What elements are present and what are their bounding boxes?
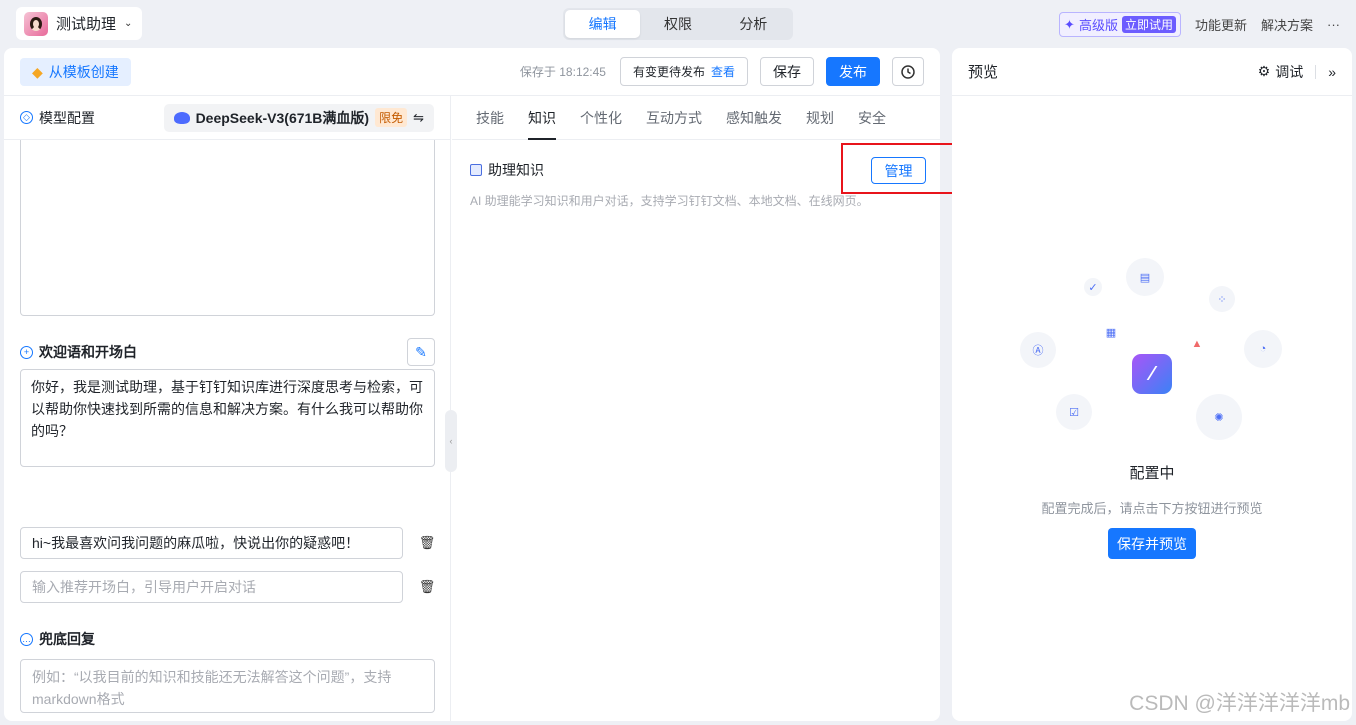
fallback-title: … 兜底回复 bbox=[20, 629, 95, 649]
doc-icon: ▤ bbox=[1126, 258, 1164, 296]
history-icon[interactable] bbox=[892, 57, 924, 86]
ai-generate-icon[interactable]: ✎ bbox=[407, 338, 435, 366]
preview-status: 配置中 bbox=[1129, 465, 1175, 482]
debug-label: 调试 bbox=[1275, 63, 1304, 80]
prompt-textarea[interactable] bbox=[20, 140, 435, 316]
model-config-label: 模型配置 bbox=[39, 109, 95, 126]
tab-triggers[interactable]: 感知触发 bbox=[714, 96, 794, 140]
editor-card: ◆ 从模板创建 保存于 18:12:45 有变更待发布 查看 保存 发布 ◇ 模… bbox=[4, 48, 955, 721]
magic-wand-icon: ⁄ bbox=[1132, 354, 1172, 394]
model-selector[interactable]: DeepSeek-V3(671B满血版) 限免 ⇋ bbox=[163, 103, 434, 132]
view-changes-link[interactable]: 查看 bbox=[711, 63, 735, 80]
mode-switch: 编辑 权限 分析 bbox=[563, 8, 793, 40]
manage-knowledge-button[interactable]: 管理 bbox=[871, 157, 926, 184]
editor-toolbar: ◆ 从模板创建 保存于 18:12:45 有变更待发布 查看 保存 发布 bbox=[4, 48, 940, 96]
trash-icon[interactable]: 🗑 bbox=[419, 579, 436, 594]
tab-permissions[interactable]: 权限 bbox=[640, 10, 715, 38]
free-badge: 限免 bbox=[375, 108, 408, 127]
knowledge-header: 助理知识 bbox=[470, 160, 544, 180]
apps-icon: ⁘ bbox=[1209, 286, 1235, 312]
chat-bubble-icon: … bbox=[20, 632, 33, 646]
plus-circle-icon: + bbox=[20, 345, 33, 359]
atom-icon: ✺ bbox=[1196, 394, 1242, 440]
welcome-message-textarea[interactable]: 你好，我是测试助理，基于钉钉知识库进行深度思考与检索，可以帮助你快速找到所需的信… bbox=[20, 369, 435, 467]
sliders-icon: ⚙ bbox=[1257, 63, 1271, 79]
tab-analytics[interactable]: 分析 bbox=[716, 10, 791, 38]
tab-security[interactable]: 安全 bbox=[846, 96, 898, 140]
template-label: 从模板创建 bbox=[48, 64, 119, 80]
preview-header: 预览 ⚙ 调试 » bbox=[952, 48, 1352, 96]
saved-timestamp: 保存于 18:12:45 bbox=[519, 65, 606, 79]
template-icon: ◆ bbox=[32, 63, 43, 80]
config-tabs-panel: 技能 知识 个性化 互动方式 感知触发 规划 安全 助理知识 管理 AI 助理能… bbox=[452, 96, 955, 721]
save-and-preview-button[interactable]: 保存并预览 bbox=[1108, 528, 1196, 559]
switch-icon: ⇋ bbox=[413, 109, 424, 125]
opener-input-1[interactable]: hi~我最喜欢问我问题的麻瓜啦，快说出你的疑惑吧！ bbox=[20, 527, 403, 559]
hexagon-icon: ◇ bbox=[20, 111, 33, 124]
chevron-down-icon: ⌄ bbox=[124, 18, 133, 29]
book-icon bbox=[470, 164, 482, 176]
toolbar-actions: 保存于 18:12:45 有变更待发布 查看 保存 发布 bbox=[520, 57, 924, 86]
tab-knowledge[interactable]: 知识 bbox=[516, 96, 568, 140]
left-config-column: ◇ 模型配置 DeepSeek-V3(671B满血版) 限免 ⇋ + 欢迎语和开… bbox=[4, 96, 451, 721]
opener-input-2[interactable]: 输入推荐开场白，引导用户开启对话 bbox=[20, 571, 403, 603]
fallback-label: 兜底回复 bbox=[39, 631, 95, 647]
pro-upgrade-button[interactable]: ✦ 高级版 立即试用 bbox=[1059, 12, 1181, 37]
deepseek-logo-icon bbox=[173, 111, 190, 124]
debug-button[interactable]: ⚙ 调试 bbox=[1258, 62, 1304, 82]
sparkle-icon: ✦ bbox=[1064, 16, 1075, 32]
feature-updates-link[interactable]: 功能更新 bbox=[1195, 15, 1247, 34]
welcome-section-header: + 欢迎语和开场白 ✎ bbox=[20, 338, 435, 366]
trash-icon[interactable]: 🗑 bbox=[419, 535, 436, 550]
model-name: DeepSeek-V3(671B满血版) bbox=[195, 109, 370, 126]
publish-button[interactable]: 发布 bbox=[826, 57, 880, 86]
more-icon[interactable]: ··· bbox=[1327, 17, 1340, 32]
config-tabs: 技能 知识 个性化 互动方式 感知触发 规划 安全 bbox=[452, 96, 940, 140]
font-icon: Ⓐ bbox=[1020, 332, 1056, 368]
create-from-template-button[interactable]: ◆ 从模板创建 bbox=[20, 58, 131, 86]
knowledge-description: AI 助理能学习知识和用户对话，支持学习钉钉文档、本地文档、在线网页。 bbox=[470, 194, 869, 208]
top-bar: 测试助理 ⌄ 编辑 权限 分析 ✦ 高级版 立即试用 功能更新 解决方案 ··· bbox=[0, 0, 1356, 48]
knowledge-title: 助理知识 bbox=[488, 162, 544, 178]
chart-icon: ◔ bbox=[1244, 330, 1282, 368]
tab-planning[interactable]: 规划 bbox=[794, 96, 846, 140]
model-config-title: ◇ 模型配置 bbox=[20, 108, 95, 128]
calendar-icon: ☑ bbox=[1056, 394, 1092, 430]
preview-tools: ⚙ 调试 » bbox=[1258, 62, 1336, 82]
watermark: CSDN @洋洋洋洋洋mb bbox=[1129, 692, 1350, 715]
pending-changes-button[interactable]: 有变更待发布 查看 bbox=[619, 57, 748, 86]
top-right-actions: ✦ 高级版 立即试用 功能更新 解决方案 ··· bbox=[1059, 12, 1340, 37]
solutions-link[interactable]: 解决方案 bbox=[1261, 15, 1313, 34]
tab-skills[interactable]: 技能 bbox=[464, 96, 516, 140]
tab-interaction[interactable]: 互动方式 bbox=[634, 96, 714, 140]
welcome-title: + 欢迎语和开场白 bbox=[20, 342, 137, 362]
app-title: 测试助理 bbox=[56, 16, 117, 33]
model-config-row: ◇ 模型配置 DeepSeek-V3(671B满血版) 限免 ⇋ bbox=[4, 96, 450, 140]
preview-description: 配置完成后，请点击下方按钮进行预览 bbox=[1041, 501, 1263, 516]
check-icon: ✓ bbox=[1084, 278, 1102, 296]
tab-personalization[interactable]: 个性化 bbox=[568, 96, 634, 140]
divider bbox=[1315, 64, 1317, 79]
welcome-label: 欢迎语和开场白 bbox=[39, 344, 137, 360]
collapse-right-icon[interactable]: » bbox=[1328, 64, 1336, 80]
app-switcher[interactable]: 测试助理 ⌄ bbox=[16, 7, 143, 40]
preview-title: 预览 bbox=[968, 64, 999, 81]
assistant-avatar bbox=[24, 11, 48, 36]
trial-badge: 立即试用 bbox=[1121, 16, 1176, 33]
file-icon: ▦ bbox=[1105, 326, 1117, 339]
preview-panel: 预览 ⚙ 调试 » ▤ ✓ ⁘ ▦ ▲ Ⓐ ◔ ⁄ ☑ ✺ 配置中 配置完成后，… bbox=[952, 48, 1352, 721]
tab-edit[interactable]: 编辑 bbox=[565, 10, 641, 38]
pro-label: 高级版 bbox=[1078, 18, 1118, 33]
save-button[interactable]: 保存 bbox=[760, 57, 814, 86]
pending-text: 有变更待发布 bbox=[632, 65, 705, 79]
pdf-icon: ▲ bbox=[1191, 338, 1203, 350]
fallback-textarea[interactable]: 例如：“以我目前的知识和技能还无法解答这个问题”，支持markdown格式 bbox=[20, 659, 435, 713]
